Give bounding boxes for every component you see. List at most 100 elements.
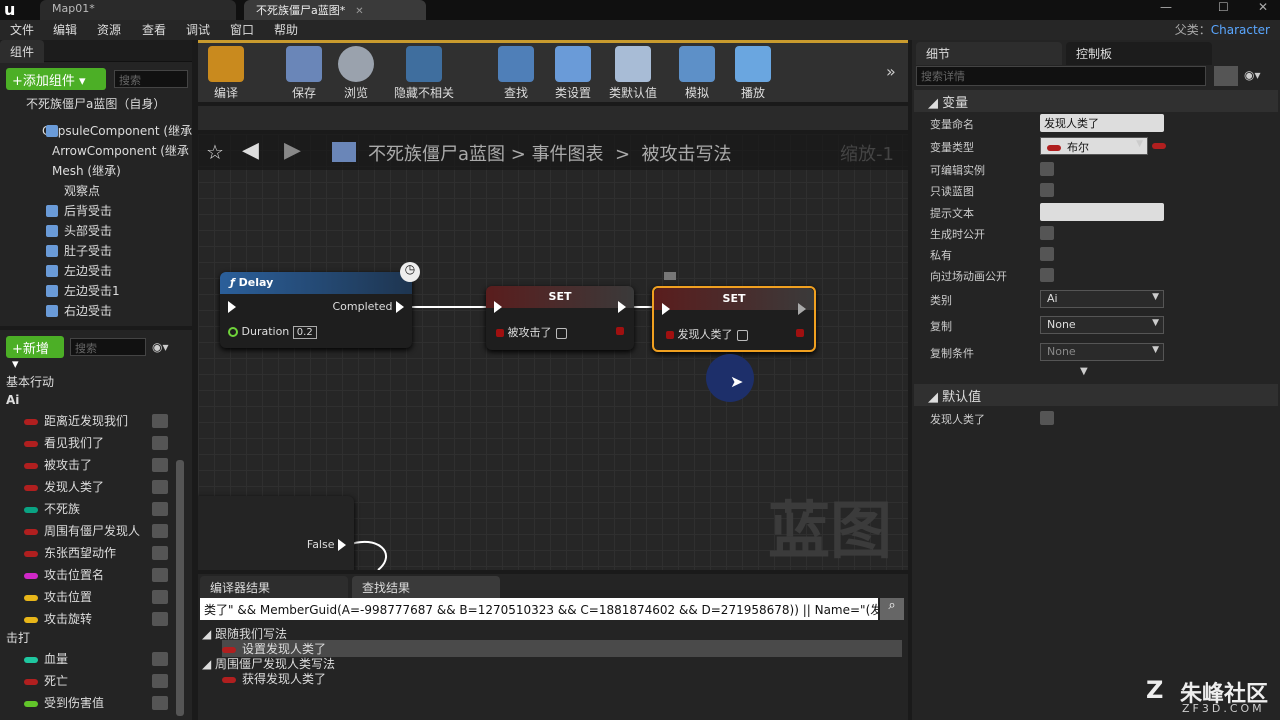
variable-item[interactable]: 被攻击了 — [24, 454, 174, 476]
binoculars-icon[interactable]: ⌕ — [880, 598, 904, 620]
variable-item[interactable]: 发现人类了 — [24, 476, 174, 498]
visibility-icon[interactable] — [152, 674, 168, 688]
default-section-header[interactable]: ◢ 默认值 — [914, 384, 1278, 406]
component-search-input[interactable]: 搜索 — [114, 70, 188, 88]
expose-spawn-checkbox[interactable] — [1040, 226, 1054, 240]
category-hit[interactable]: 击打 — [6, 627, 30, 649]
menu-view[interactable]: 查看 — [142, 21, 166, 38]
tab-map01[interactable]: Map01* — [40, 0, 236, 20]
menu-file[interactable]: 文件 — [10, 21, 34, 38]
visibility-icon[interactable] — [152, 414, 168, 428]
visibility-icon[interactable] — [152, 436, 168, 450]
arrow-component[interactable]: ArrowComponent (继承 — [52, 141, 189, 161]
find-query-input[interactable]: 类了" && MemberGuid(A=-998777687 && B=1270… — [200, 598, 878, 620]
variable-item[interactable]: 受到伤害值 — [24, 692, 174, 714]
visibility-icon[interactable] — [152, 480, 168, 494]
repcond-select[interactable]: None — [1040, 343, 1164, 361]
completed-pin[interactable]: Completed — [333, 300, 404, 313]
variable-item[interactable]: 攻击位置 — [24, 586, 174, 608]
expand-advanced-icon[interactable]: ▼ — [1080, 366, 1088, 377]
component-item[interactable]: 肚子受击 — [64, 241, 112, 261]
menu-window[interactable]: 窗口 — [230, 21, 254, 38]
var-name-input[interactable]: 发现人类了 — [1040, 114, 1164, 132]
default-value-checkbox[interactable] — [1040, 411, 1054, 425]
variable-item[interactable]: 距离近发现我们 — [24, 410, 174, 432]
tooltip-input[interactable] — [1040, 203, 1164, 221]
variable-item[interactable]: 周围有僵尸发现人 — [24, 520, 174, 542]
class-defaults-button[interactable]: 类默认值 — [603, 46, 663, 101]
variable-section-header[interactable]: ◢ 变量 — [914, 90, 1278, 112]
visibility-icon[interactable] — [152, 524, 168, 538]
component-item[interactable]: 右边受击 — [64, 301, 112, 321]
visibility-icon[interactable] — [152, 568, 168, 582]
duration-pin[interactable]: Duration 0.2 — [228, 325, 317, 339]
menu-asset[interactable]: 资源 — [97, 21, 121, 38]
maximize-button[interactable]: ☐ — [1218, 0, 1229, 14]
play-button[interactable]: 播放 — [723, 46, 783, 101]
found-human-out-pin[interactable] — [796, 326, 804, 339]
close-icon[interactable]: ✕ — [355, 6, 363, 17]
exec-in-pin[interactable] — [662, 302, 670, 315]
new-variable-button[interactable]: +新增 ▾ — [6, 336, 64, 372]
delay-node[interactable]: ƒ Delay Completed Duration 0.2 — [220, 272, 412, 348]
parent-class-link[interactable]: Character — [1211, 23, 1270, 37]
compiler-results-tab[interactable]: 编译器结果 — [200, 576, 348, 599]
component-root[interactable]: 不死族僵尸a蓝图（自身） — [26, 94, 165, 114]
hit-out-pin[interactable] — [616, 324, 624, 337]
category-select[interactable]: Ai — [1040, 290, 1164, 308]
class-settings-button[interactable]: 类设置 — [543, 46, 603, 101]
window-close-button[interactable]: ✕ — [1258, 0, 1268, 14]
component-item[interactable]: 观察点 — [64, 181, 100, 201]
mesh-component[interactable]: Mesh (继承) — [52, 161, 121, 181]
component-item[interactable]: 左边受击 — [64, 261, 112, 281]
tab-blueprint[interactable]: 不死族僵尸a蓝图* ✕ — [244, 0, 426, 20]
found-human-var-pin[interactable]: 发现人类了 — [666, 326, 748, 342]
visibility-icon[interactable] — [152, 590, 168, 604]
visibility-icon[interactable] — [152, 696, 168, 710]
duration-input[interactable]: 0.2 — [292, 326, 317, 339]
list-view-icon[interactable] — [1214, 66, 1238, 86]
false-pin[interactable]: False — [307, 538, 346, 551]
capsule-component[interactable]: CapsuleComponent (继承 — [42, 121, 192, 141]
eye-icon[interactable]: ◉▾ — [1244, 68, 1261, 82]
exec-in-pin[interactable] — [494, 300, 502, 313]
visibility-icon[interactable] — [152, 612, 168, 626]
visibility-icon[interactable] — [152, 546, 168, 560]
variable-item[interactable]: 看见我们了 — [24, 432, 174, 454]
browse-button[interactable]: 浏览 — [326, 46, 386, 101]
variable-item[interactable]: 攻击位置名 — [24, 564, 174, 586]
variable-item[interactable]: 攻击旋转 — [24, 608, 174, 630]
details-search-input[interactable]: 搜索详情 — [916, 66, 1206, 86]
simulate-button[interactable]: 模拟 — [667, 46, 727, 101]
hit-var-pin[interactable]: 被攻击了 — [496, 324, 567, 340]
visibility-icon[interactable] — [152, 652, 168, 666]
add-component-button[interactable]: +添加组件 ▾ — [6, 68, 106, 90]
menu-help[interactable]: 帮助 — [274, 21, 298, 38]
visibility-icon[interactable] — [152, 502, 168, 516]
eye-icon[interactable]: ◉▾ — [152, 340, 182, 354]
find-button[interactable]: 查找 — [486, 46, 546, 101]
result-row[interactable]: 获得发现人类了 — [222, 670, 902, 687]
replication-select[interactable]: None — [1040, 316, 1164, 334]
toolbar-overflow-icon[interactable]: » — [886, 62, 896, 81]
component-item[interactable]: 头部受击 — [64, 221, 112, 241]
variable-item[interactable]: 不死族 — [24, 498, 174, 520]
exec-out-pin[interactable] — [618, 300, 626, 313]
expose-cine-checkbox[interactable] — [1040, 268, 1054, 282]
find-results-tab[interactable]: 查找结果 — [352, 576, 500, 599]
graph-canvas[interactable]: ☆ ◀ ▶ 不死族僵尸a蓝图 > 事件图表 > 被攻击写法 缩放-1 蓝图 ƒ … — [198, 134, 908, 570]
component-item[interactable]: 左边受击1 — [64, 281, 120, 301]
branch-node[interactable]: False — [198, 496, 354, 570]
save-button[interactable]: 保存 — [274, 46, 334, 101]
variable-item[interactable]: 东张西望动作 — [24, 542, 174, 564]
exec-in-pin[interactable] — [228, 300, 236, 313]
variable-item[interactable]: 血量 — [24, 648, 174, 670]
category-ai[interactable]: Ai — [6, 389, 19, 411]
menu-edit[interactable]: 编辑 — [53, 21, 77, 38]
exec-out-pin[interactable] — [798, 302, 806, 315]
scrollbar[interactable] — [176, 460, 184, 716]
private-checkbox[interactable] — [1040, 247, 1054, 261]
variable-item[interactable]: 死亡 — [24, 670, 174, 692]
var-type-select[interactable]: 布尔 — [1040, 137, 1148, 155]
palette-tab[interactable]: 控制板 — [1066, 42, 1212, 65]
